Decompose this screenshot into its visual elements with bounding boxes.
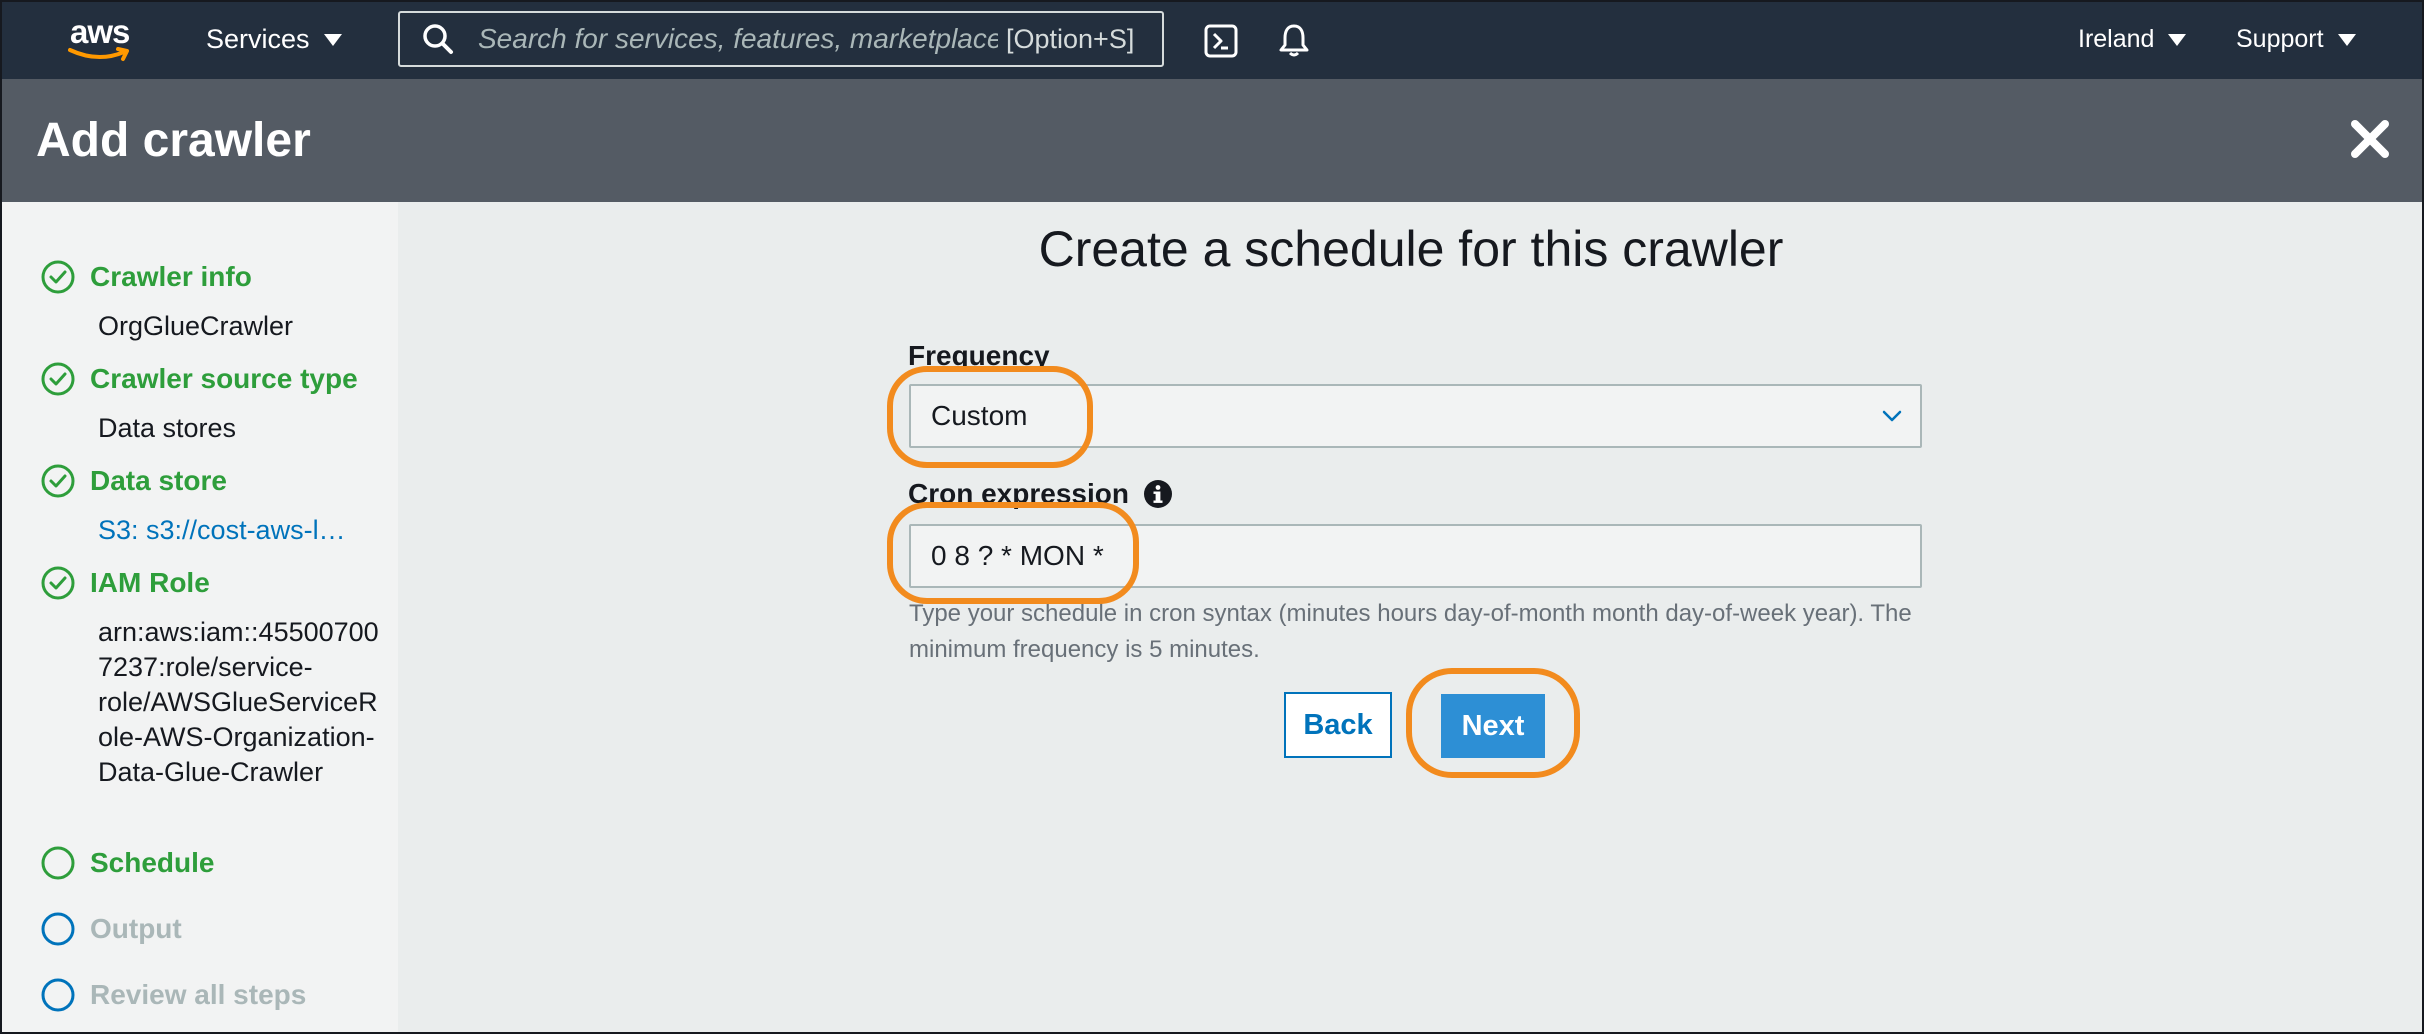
check-circle-icon xyxy=(41,566,75,600)
circle-icon xyxy=(41,846,75,880)
cron-help-text: Type your schedule in cron syntax (minut… xyxy=(909,600,1912,663)
cron-expression-label: Cron expression xyxy=(908,478,1173,510)
form-title: Create a schedule for this crawler xyxy=(1038,221,1784,277)
wizard-step-label: Crawler info xyxy=(90,261,252,292)
circle-icon xyxy=(41,978,75,1012)
schedule-form: Create a schedule for this crawler Frequ… xyxy=(398,202,2424,1034)
next-button[interactable]: Next xyxy=(1441,694,1545,758)
check-circle-icon xyxy=(41,464,75,498)
frequency-select[interactable]: Custom xyxy=(909,384,1922,448)
wizard-step-detail: Data stores xyxy=(98,413,237,443)
wizard-step-detail: OrgGlueCrawler xyxy=(98,311,294,341)
caret-down-icon xyxy=(2337,33,2356,46)
services-menu[interactable]: Services xyxy=(206,0,342,79)
wizard-step-label: Schedule xyxy=(90,847,215,878)
page-header: Add crawler xyxy=(0,79,2424,202)
aws-logo[interactable]: aws xyxy=(68,14,140,62)
region-menu[interactable]: Ireland xyxy=(2078,0,2187,79)
wizard-step-label: Review all steps xyxy=(90,979,307,1010)
wizard-step-label: IAM Role xyxy=(90,567,210,598)
search-icon xyxy=(423,24,453,54)
support-menu[interactable]: Support xyxy=(2236,0,2356,79)
wizard-step-crawler-info[interactable]: Crawler info xyxy=(40,259,252,295)
wizard-step-iam-role[interactable]: IAM Role xyxy=(40,565,210,601)
back-button[interactable]: Back xyxy=(1284,692,1392,758)
wizard-step-schedule[interactable]: Schedule xyxy=(40,845,214,881)
frequency-label: Frequency xyxy=(908,340,1050,371)
iam-role-arn: arn:aws:iam::455007007237:role/service-r… xyxy=(98,617,379,787)
chevron-down-icon xyxy=(1882,410,1902,422)
bell-icon[interactable] xyxy=(1277,22,1311,58)
cron-expression-label-text: Cron expression xyxy=(908,478,1129,509)
info-icon[interactable] xyxy=(1143,479,1173,509)
check-circle-icon xyxy=(41,362,75,396)
cloudshell-icon[interactable] xyxy=(1204,24,1238,58)
search-box[interactable]: [Option+S] xyxy=(398,11,1164,67)
wizard-step-crawler-source-type[interactable]: Crawler source type xyxy=(40,361,358,397)
check-circle-icon xyxy=(41,260,75,294)
circle-icon xyxy=(41,912,75,946)
close-icon[interactable] xyxy=(2348,117,2392,161)
data-store-link[interactable]: S3: s3://cost-aws-l… xyxy=(98,513,346,548)
wizard-steps-nav: Crawler info OrgGlueCrawler Crawler sour… xyxy=(0,202,398,1034)
page-title: Add crawler xyxy=(36,114,311,167)
aws-smile-icon xyxy=(68,47,129,61)
region-label: Ireland xyxy=(2078,25,2155,53)
wizard-step-label: Crawler source type xyxy=(90,363,358,394)
top-navigation: aws Services [Option+S] Ireland Support xyxy=(0,0,2424,79)
aws-logo-text: aws xyxy=(70,13,130,50)
wizard-step-review: Review all steps xyxy=(40,977,306,1013)
search-shortcut-hint: [Option+S] xyxy=(1006,23,1135,54)
wizard-step-label: Data store xyxy=(90,465,227,496)
caret-down-icon xyxy=(2168,33,2187,46)
wizard-step-label: Output xyxy=(90,913,182,944)
wizard-step-data-store[interactable]: Data store xyxy=(40,463,227,499)
wizard-step-output: Output xyxy=(40,911,182,947)
support-label: Support xyxy=(2236,25,2324,53)
services-label: Services xyxy=(206,24,310,54)
caret-down-icon xyxy=(323,33,342,46)
cron-expression-input[interactable] xyxy=(909,524,1922,588)
search-input[interactable] xyxy=(476,22,1000,56)
frequency-selected-value: Custom xyxy=(931,400,1028,431)
